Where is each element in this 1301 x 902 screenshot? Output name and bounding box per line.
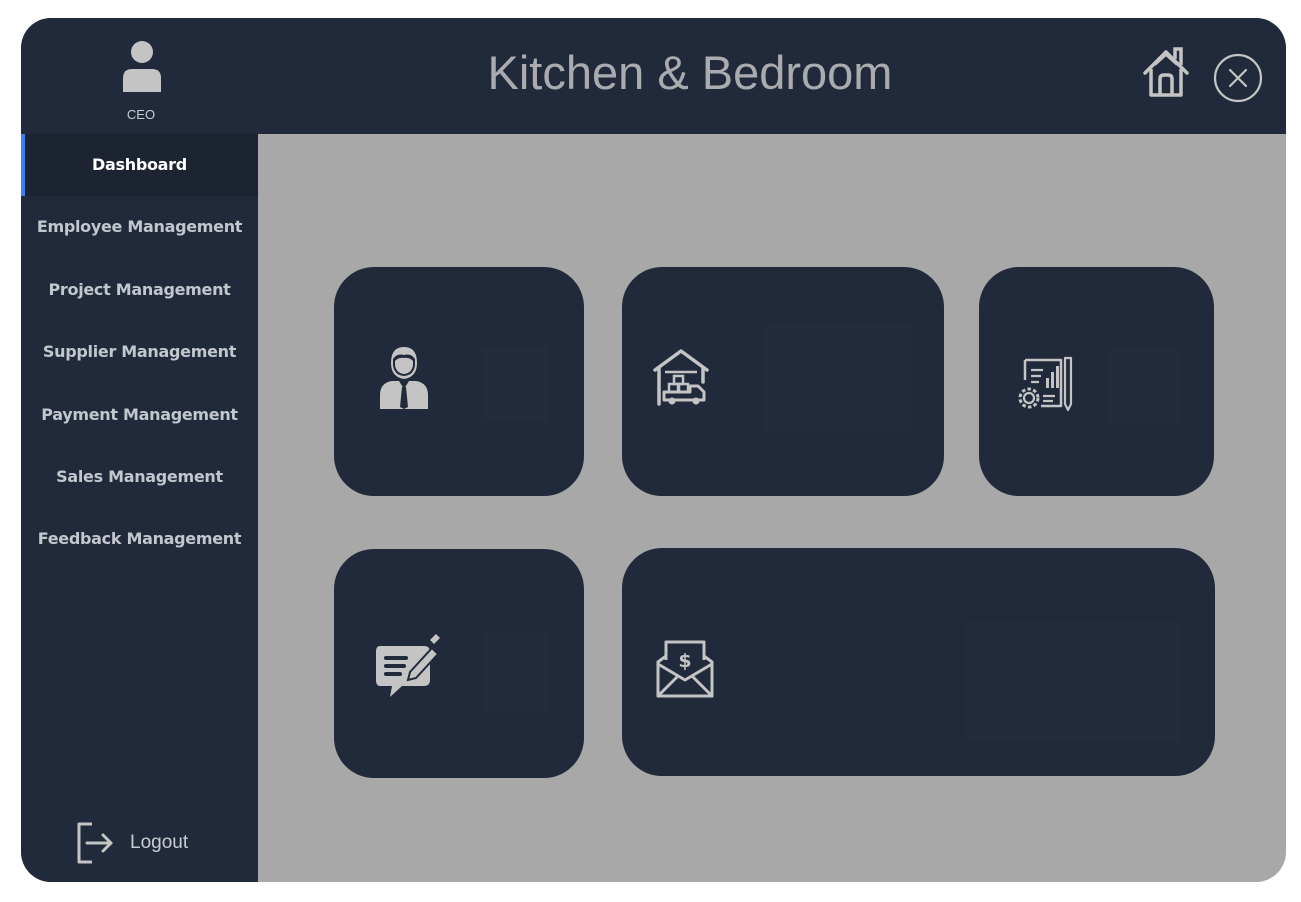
- svg-text:$: $: [678, 650, 691, 672]
- sidebar-item-supplier-management[interactable]: Supplier Management: [21, 321, 258, 383]
- sidebar-item-feedback-management[interactable]: Feedback Management: [21, 508, 258, 570]
- sidebar-item-dashboard[interactable]: Dashboard: [21, 134, 258, 196]
- sidebar-item-payment-management[interactable]: Payment Management: [21, 384, 258, 446]
- sidebar-item-employee-management[interactable]: Employee Management: [21, 196, 258, 258]
- sidebar-item-sales-management[interactable]: Sales Management: [21, 446, 258, 508]
- user-icon: [123, 41, 161, 92]
- close-icon[interactable]: [1212, 52, 1264, 104]
- employee-card[interactable]: [334, 267, 584, 496]
- profile-area: CEO: [21, 18, 258, 134]
- logout-icon: [77, 822, 113, 864]
- header-bar: CEO Kitchen & Bedroom: [21, 18, 1286, 134]
- logout-label: Logout: [130, 832, 189, 853]
- employee-icon: [380, 347, 428, 409]
- project-card[interactable]: [979, 267, 1214, 496]
- warehouse-delivery-icon: [653, 349, 709, 406]
- sidebar-nav: Dashboard Employee Management Project Ma…: [21, 134, 258, 882]
- home-icon[interactable]: [1141, 45, 1191, 99]
- page-title: Kitchen & Bedroom: [487, 46, 893, 99]
- supplier-card[interactable]: [622, 267, 944, 496]
- project-plan-icon: [1018, 356, 1073, 412]
- sidebar-item-project-management[interactable]: Project Management: [21, 259, 258, 321]
- feedback-card[interactable]: [334, 549, 584, 778]
- feedback-icon: [376, 634, 440, 697]
- app-window: CEO Kitchen & Bedroom Dashboard Employee…: [21, 18, 1286, 882]
- payment-card[interactable]: $: [622, 548, 1215, 776]
- user-role-label: CEO: [126, 107, 156, 122]
- payment-envelope-icon: $: [656, 640, 714, 698]
